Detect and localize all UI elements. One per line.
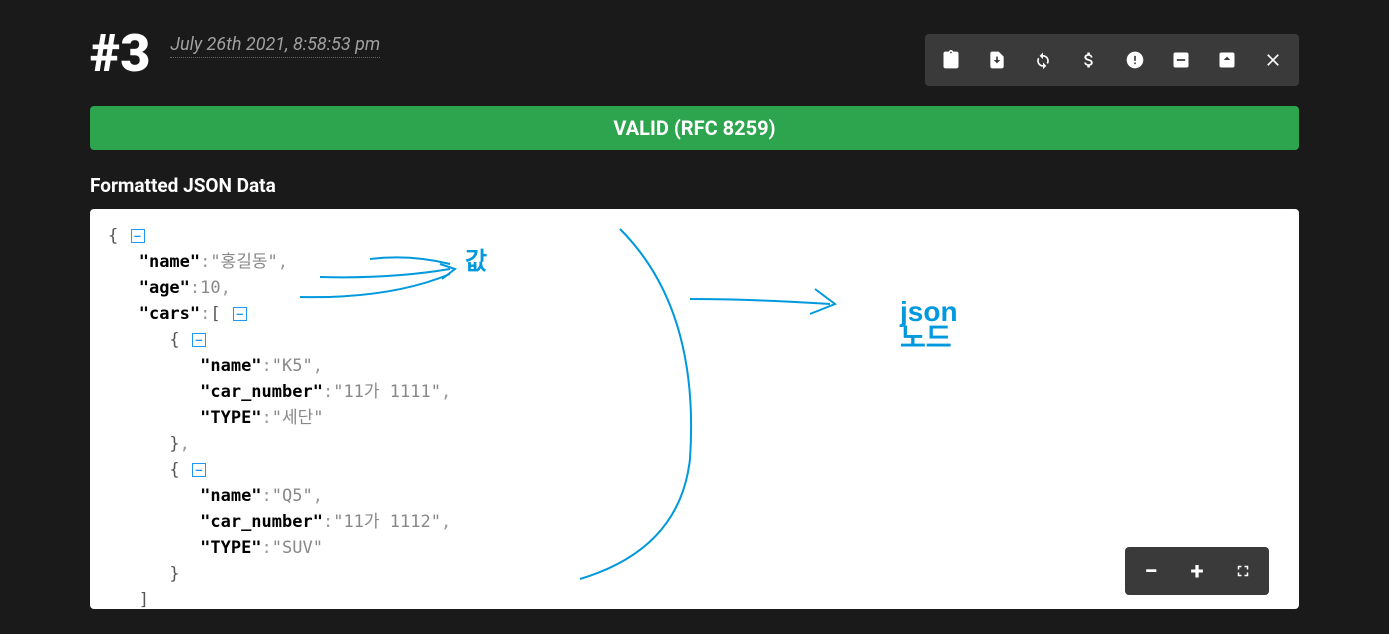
collapse-icon[interactable]: – — [192, 463, 206, 477]
section-title: Formatted JSON Data — [90, 174, 1299, 197]
minimize-button[interactable] — [1159, 38, 1203, 82]
json-key: "car_number" — [200, 382, 323, 402]
zoom-controls: − + — [1125, 547, 1269, 595]
json-key: "TYPE" — [200, 538, 261, 558]
json-panel: { – "name":"홍길동", "age":10, "cars":[ – {… — [90, 209, 1299, 609]
tab-number: #3 — [90, 28, 150, 80]
expand-up-button[interactable] — [1205, 38, 1249, 82]
json-value: "Q5" — [272, 486, 313, 506]
close-button[interactable] — [1251, 38, 1295, 82]
json-value: "K5" — [272, 356, 313, 376]
collapse-icon[interactable]: – — [192, 333, 206, 347]
collapse-icon[interactable]: – — [233, 307, 247, 321]
collapse-icon[interactable]: – — [131, 229, 145, 243]
json-value: "홍길동" — [210, 252, 277, 272]
validation-banner: VALID (RFC 8259) — [90, 106, 1299, 150]
zoom-out-button[interactable]: − — [1129, 551, 1173, 591]
json-key: "TYPE" — [200, 408, 261, 428]
paste-button[interactable] — [929, 38, 973, 82]
json-key: "car_number" — [200, 512, 323, 532]
json-key: "age" — [139, 278, 190, 298]
timestamp: July 26th 2021, 8:58:53 pm — [170, 34, 380, 58]
refresh-button[interactable] — [1021, 38, 1065, 82]
zoom-in-button[interactable]: + — [1175, 551, 1219, 591]
toolbar — [925, 34, 1299, 86]
dollar-button[interactable] — [1067, 38, 1111, 82]
fullscreen-button[interactable] — [1221, 551, 1265, 591]
json-value: "SUV" — [272, 538, 323, 558]
json-value: "11가 1111" — [333, 382, 441, 402]
header-row: #3 July 26th 2021, 8:58:53 pm — [90, 28, 1299, 86]
json-key: "name" — [200, 356, 261, 376]
json-key: "cars" — [139, 304, 200, 324]
json-content[interactable]: { – "name":"홍길동", "age":10, "cars":[ – {… — [90, 209, 1299, 609]
download-button[interactable] — [975, 38, 1019, 82]
json-key: "name" — [200, 486, 261, 506]
json-key: "name" — [139, 252, 200, 272]
error-info-button[interactable] — [1113, 38, 1157, 82]
json-value: "세단" — [272, 408, 324, 428]
json-value: 10 — [200, 278, 220, 298]
json-value: "11가 1112" — [333, 512, 441, 532]
